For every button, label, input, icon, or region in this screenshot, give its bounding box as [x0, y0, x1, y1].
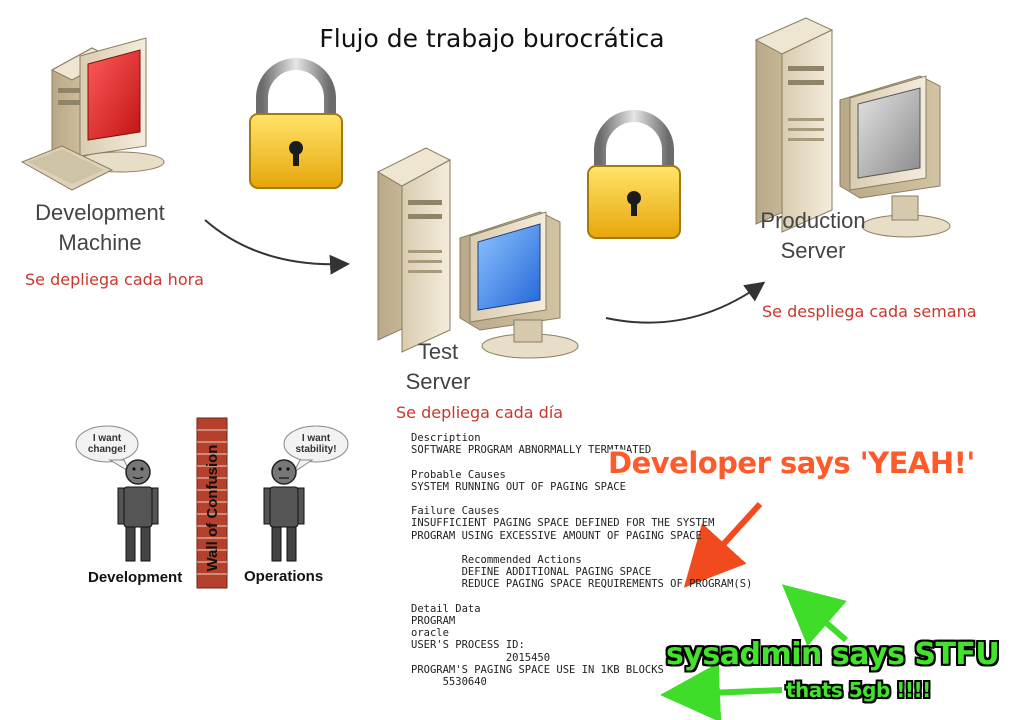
test-server-label: Test Server	[378, 337, 498, 397]
test-label-line2: Server	[405, 369, 471, 394]
dev-bubble-line2: change!	[87, 444, 127, 455]
development-computer-icon	[20, 37, 165, 191]
development-machine-label: Development Machine	[10, 198, 190, 258]
test-label-line1: Test	[417, 339, 459, 364]
ops-speech-bubble: I want stability!	[284, 433, 348, 455]
lock-icon	[249, 58, 343, 189]
size-arrow-icon	[660, 662, 783, 720]
dev-speech-bubble: I want change!	[78, 433, 136, 455]
arrow-icon	[605, 281, 766, 324]
production-server-icon	[754, 17, 951, 238]
wall-label-text: Wall of Confusion	[204, 445, 221, 572]
production-label-line2: Server	[780, 238, 846, 263]
development-label-line2: Machine	[58, 230, 142, 255]
operations-team-label: Operations	[244, 568, 324, 585]
development-label-line1: Development	[35, 200, 165, 225]
test-frequency: Se depliega cada día	[396, 403, 564, 422]
sysadmin-callout: sysadmin says STFU	[666, 637, 1000, 672]
lock-icon	[587, 110, 681, 239]
development-team-label: Development	[88, 569, 183, 586]
production-server-label: Production Server	[740, 206, 886, 266]
production-label-line1: Production	[760, 208, 866, 233]
wall-label: Wall of Confusion	[204, 445, 221, 572]
sysadmin-arrow-icon	[781, 584, 848, 647]
production-frequency: Se despliega cada semana	[762, 302, 977, 321]
test-server-icon	[376, 147, 579, 359]
ops-bubble-line2: stability!	[295, 444, 337, 455]
arrow-icon	[204, 219, 350, 275]
size-callout: thats 5gb !!!!	[786, 678, 931, 702]
dev-bubble-line1: I want	[92, 433, 122, 444]
ops-bubble-line1: I want	[301, 433, 331, 444]
development-frequency: Se depliega cada hora	[25, 270, 204, 289]
developer-callout: Developer says 'YEAH!'	[608, 446, 975, 480]
